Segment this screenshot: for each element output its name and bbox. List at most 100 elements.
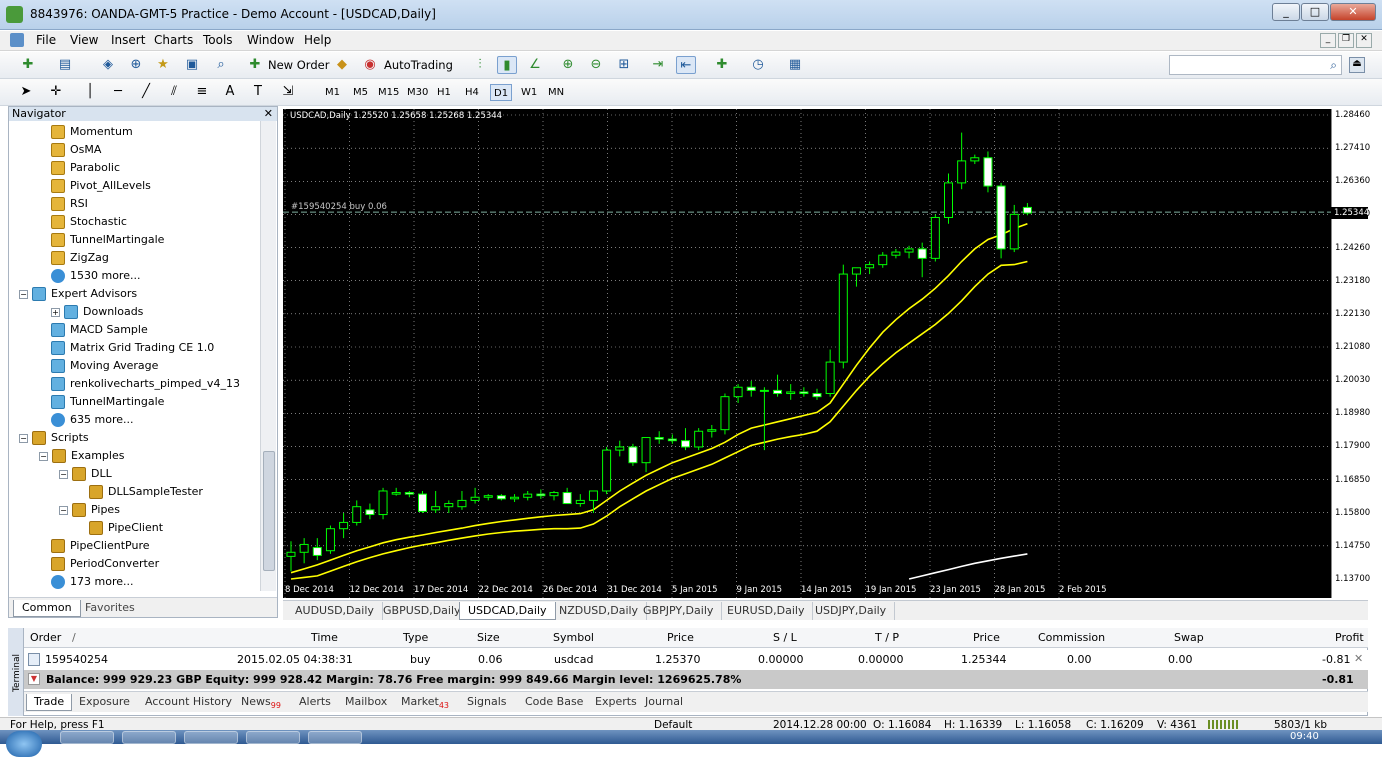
timeframe-m5[interactable]: M5 — [350, 84, 371, 101]
navigator-item[interactable]: PipeClientPure — [51, 537, 150, 555]
taskbar-item-browser[interactable] — [184, 731, 238, 744]
taskbar-item-metatrader[interactable] — [308, 731, 362, 744]
search-input[interactable]: ⌕ — [1169, 55, 1342, 75]
navigator-item[interactable]: OsMA — [51, 141, 101, 159]
new-chart-icon[interactable]: ✚ — [18, 56, 38, 74]
navigator-item[interactable]: + Downloads — [51, 303, 143, 321]
col-price[interactable]: Price — [667, 631, 694, 644]
chart-shift-icon[interactable]: ⇤ — [676, 56, 696, 74]
strategy-tester-icon[interactable]: ⌕ — [211, 56, 231, 74]
timeframe-mn[interactable]: MN — [545, 84, 567, 101]
menu-charts[interactable]: Charts — [150, 33, 197, 47]
trendline-icon[interactable]: ╱ — [136, 83, 156, 101]
navigator-item[interactable]: Parabolic — [51, 159, 120, 177]
col-current-price[interactable]: Price — [973, 631, 1000, 644]
navigator-item[interactable]: PipeClient — [89, 519, 163, 537]
terminal-tab[interactable]: Market43 — [394, 694, 456, 711]
navigator-item[interactable]: 1530 more... — [51, 267, 140, 285]
data-window-icon[interactable]: ⊕ — [126, 56, 146, 74]
menu-file[interactable]: File — [32, 33, 60, 47]
navigator-item[interactable]: − Pipes — [59, 501, 120, 519]
chart-tab[interactable]: GBPUSD,Daily — [375, 602, 470, 620]
minimize-button[interactable]: _ — [1272, 3, 1300, 21]
col-swap[interactable]: Swap — [1174, 631, 1204, 644]
col-symbol[interactable]: Symbol — [553, 631, 594, 644]
col-commission[interactable]: Commission — [1038, 631, 1105, 644]
timeframe-m15[interactable]: M15 — [375, 84, 402, 101]
zoom-out-icon[interactable]: ⊖ — [586, 56, 606, 74]
terminal-tab[interactable]: Account History — [138, 694, 239, 711]
terminal-tab[interactable]: Alerts — [292, 694, 338, 711]
chart-window[interactable] — [283, 109, 1331, 598]
navigator-icon[interactable]: ★ — [153, 56, 173, 74]
scrollbar-thumb[interactable] — [263, 451, 275, 571]
bar-chart-icon[interactable]: ⫶ — [470, 56, 490, 74]
vertical-line-icon[interactable]: │ — [80, 83, 100, 101]
menu-tools[interactable]: Tools — [199, 33, 237, 47]
timeframe-h4[interactable]: H4 — [462, 84, 482, 101]
navigator-item[interactable]: 635 more... — [51, 411, 133, 429]
autotrading-button[interactable]: AutoTrading — [384, 58, 453, 72]
chart-tab[interactable]: EURUSD,Daily — [719, 602, 814, 620]
taskbar-item-app[interactable] — [122, 731, 176, 744]
market-watch-icon[interactable]: ◈ — [98, 56, 118, 74]
metaeditor-icon[interactable]: ◆ — [332, 56, 352, 74]
document-icon[interactable] — [10, 33, 24, 47]
navigator-item[interactable]: Pivot_AllLevels — [51, 177, 151, 195]
col-profit[interactable]: Profit — [1335, 631, 1364, 644]
menu-help[interactable]: Help — [300, 33, 335, 47]
chart-tab[interactable]: AUDUSD,Daily — [287, 602, 383, 620]
tab-favorites[interactable]: Favorites — [77, 600, 143, 617]
terminal-tab[interactable]: Signals — [460, 694, 514, 711]
community-login-icon[interactable]: ⏏ — [1349, 57, 1365, 73]
timeframe-m30[interactable]: M30 — [404, 84, 431, 101]
navigator-item[interactable]: Momentum — [51, 123, 133, 141]
templates-icon[interactable]: ▦ — [785, 56, 805, 74]
navigator-item[interactable]: Stochastic — [51, 213, 127, 231]
text-icon[interactable]: A — [220, 83, 240, 101]
expand-toggle-icon[interactable]: − — [19, 433, 28, 443]
autotrading-icon[interactable]: ◉ — [360, 56, 380, 74]
line-chart-icon[interactable]: ∠ — [525, 56, 545, 74]
terminal-tab[interactable]: Mailbox — [338, 694, 394, 711]
taskbar-item-folder[interactable] — [246, 731, 300, 744]
chart-tab[interactable]: GBPJPY,Daily — [635, 602, 723, 620]
navigator-item[interactable]: TunnelMartingale — [51, 231, 164, 249]
maximize-button[interactable]: □ — [1301, 3, 1329, 21]
cursor-icon[interactable]: ➤ — [16, 83, 36, 101]
navigator-item[interactable]: DLLSampleTester — [89, 483, 203, 501]
profiles-icon[interactable]: ▤ — [55, 56, 75, 74]
mdi-minimize-button[interactable]: _ — [1320, 33, 1336, 48]
expand-toggle-icon[interactable]: − — [19, 289, 28, 299]
tab-common[interactable]: Common — [13, 600, 81, 617]
col-time[interactable]: Time — [311, 631, 338, 644]
periods-icon[interactable]: ◷ — [748, 56, 768, 74]
menu-view[interactable]: View — [66, 33, 102, 47]
navigator-item[interactable]: PeriodConverter — [51, 555, 159, 573]
navigator-close-button[interactable]: ✕ — [264, 107, 273, 120]
expand-toggle-icon[interactable]: − — [39, 451, 48, 461]
navigator-item[interactable]: MACD Sample — [51, 321, 148, 339]
start-button-icon[interactable] — [6, 731, 42, 757]
text-label-icon[interactable]: T — [248, 83, 268, 101]
indicators-icon[interactable]: ✚ — [712, 56, 732, 74]
navigator-item[interactable]: − DLL — [59, 465, 112, 483]
new-order-button[interactable]: New Order — [268, 58, 329, 72]
expand-toggle-icon[interactable]: − — [59, 505, 68, 515]
mdi-close-button[interactable]: ✕ — [1356, 33, 1372, 48]
terminal-tab[interactable]: Experts — [588, 694, 644, 711]
timeframe-m1[interactable]: M1 — [322, 84, 343, 101]
expand-toggle-icon[interactable]: − — [59, 469, 68, 479]
terminal-tab[interactable]: Code Base — [518, 694, 590, 711]
navigator-item[interactable]: − Scripts — [19, 429, 89, 447]
crosshair-icon[interactable]: ✛ — [46, 83, 66, 101]
navigator-item[interactable]: − Expert Advisors — [19, 285, 137, 303]
col-order[interactable]: Order — [30, 631, 61, 644]
col-sl[interactable]: S / L — [773, 631, 797, 644]
col-size[interactable]: Size — [477, 631, 500, 644]
table-row[interactable]: 159540254 2015.02.05 04:38:31 buy 0.06 u… — [24, 650, 1368, 670]
zoom-in-icon[interactable]: ⊕ — [558, 56, 578, 74]
timeframe-d1[interactable]: D1 — [490, 84, 513, 101]
menu-insert[interactable]: Insert — [107, 33, 149, 47]
col-type[interactable]: Type — [403, 631, 428, 644]
